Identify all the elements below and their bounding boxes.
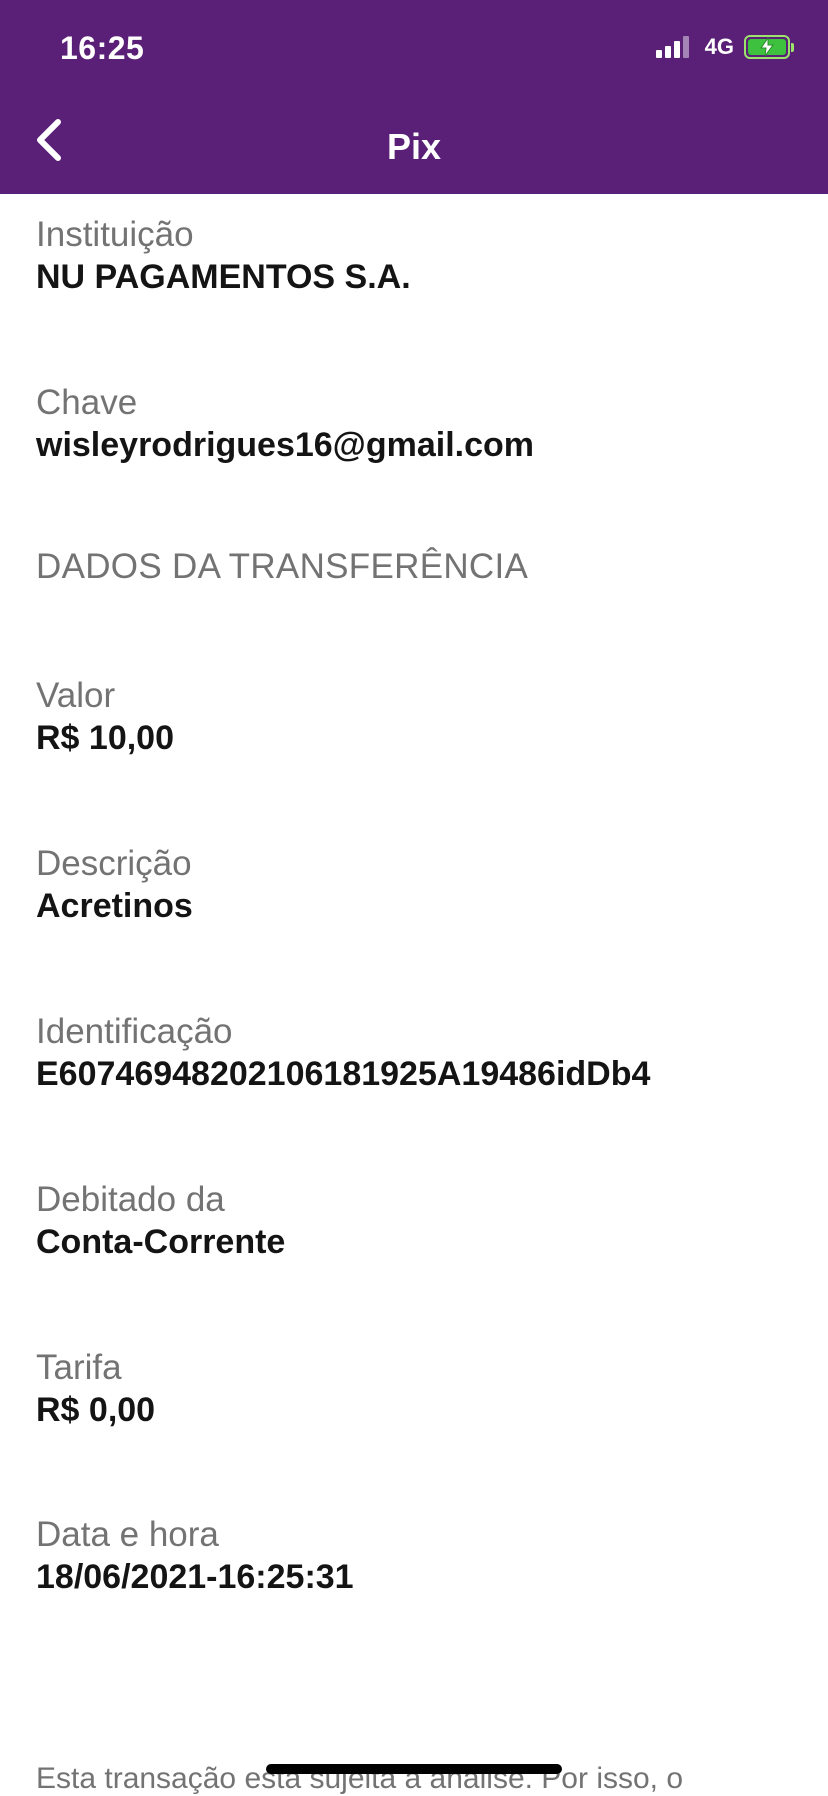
- field-value: R$ 0,00: [36, 1391, 156, 1429]
- field-data-hora: Data e hora 18/06/2021-16:25:31: [36, 1514, 354, 1598]
- page-title: Pix: [386, 126, 442, 167]
- field-label: Debitado da: [36, 1180, 225, 1219]
- field-valor: Valor R$ 10,00: [36, 675, 174, 759]
- battery-charging-icon: [744, 35, 794, 59]
- field-label: Chave: [36, 383, 138, 422]
- field-value: 18/06/2021-16:25:31: [36, 1558, 354, 1596]
- field-descricao: Descrição Acretinos: [36, 843, 193, 927]
- field-value: NU PAGAMENTOS S.A.: [36, 258, 411, 296]
- field-label: Tarifa: [36, 1348, 122, 1387]
- field-instituicao: Instituição NU PAGAMENTOS S.A.: [36, 214, 411, 298]
- cellular-signal-icon: [655, 36, 689, 58]
- field-value: Conta-Corrente: [36, 1223, 286, 1261]
- section-title: DADOS DA TRANSFERÊNCIA: [36, 547, 529, 586]
- field-value: wisleyrodrigues16@gmail.com: [36, 426, 534, 464]
- field-label: Data e hora: [36, 1515, 219, 1554]
- status-indicators: 4G: [655, 34, 794, 60]
- status-time: 16:25: [60, 30, 145, 66]
- field-value: E60746948202106181925A19486idDb4: [36, 1055, 651, 1093]
- network-type: 4G: [704, 34, 734, 59]
- app-header: 16:25 4G Pix: [0, 0, 828, 194]
- field-label: Descrição: [36, 844, 192, 883]
- field-value: R$ 10,00: [36, 719, 174, 757]
- field-tarifa: Tarifa R$ 0,00: [36, 1347, 155, 1431]
- field-value: Acretinos: [36, 887, 193, 925]
- field-identificacao: Identificação E60746948202106181925A1948…: [36, 1011, 650, 1095]
- field-label: Identificação: [36, 1012, 233, 1051]
- home-indicator[interactable]: [266, 1764, 562, 1774]
- field-debitado: Debitado da Conta-Corrente: [36, 1179, 285, 1263]
- field-label: Instituição: [36, 215, 194, 254]
- field-label: Valor: [36, 676, 116, 715]
- field-chave: Chave wisleyrodrigues16@gmail.com: [36, 382, 534, 466]
